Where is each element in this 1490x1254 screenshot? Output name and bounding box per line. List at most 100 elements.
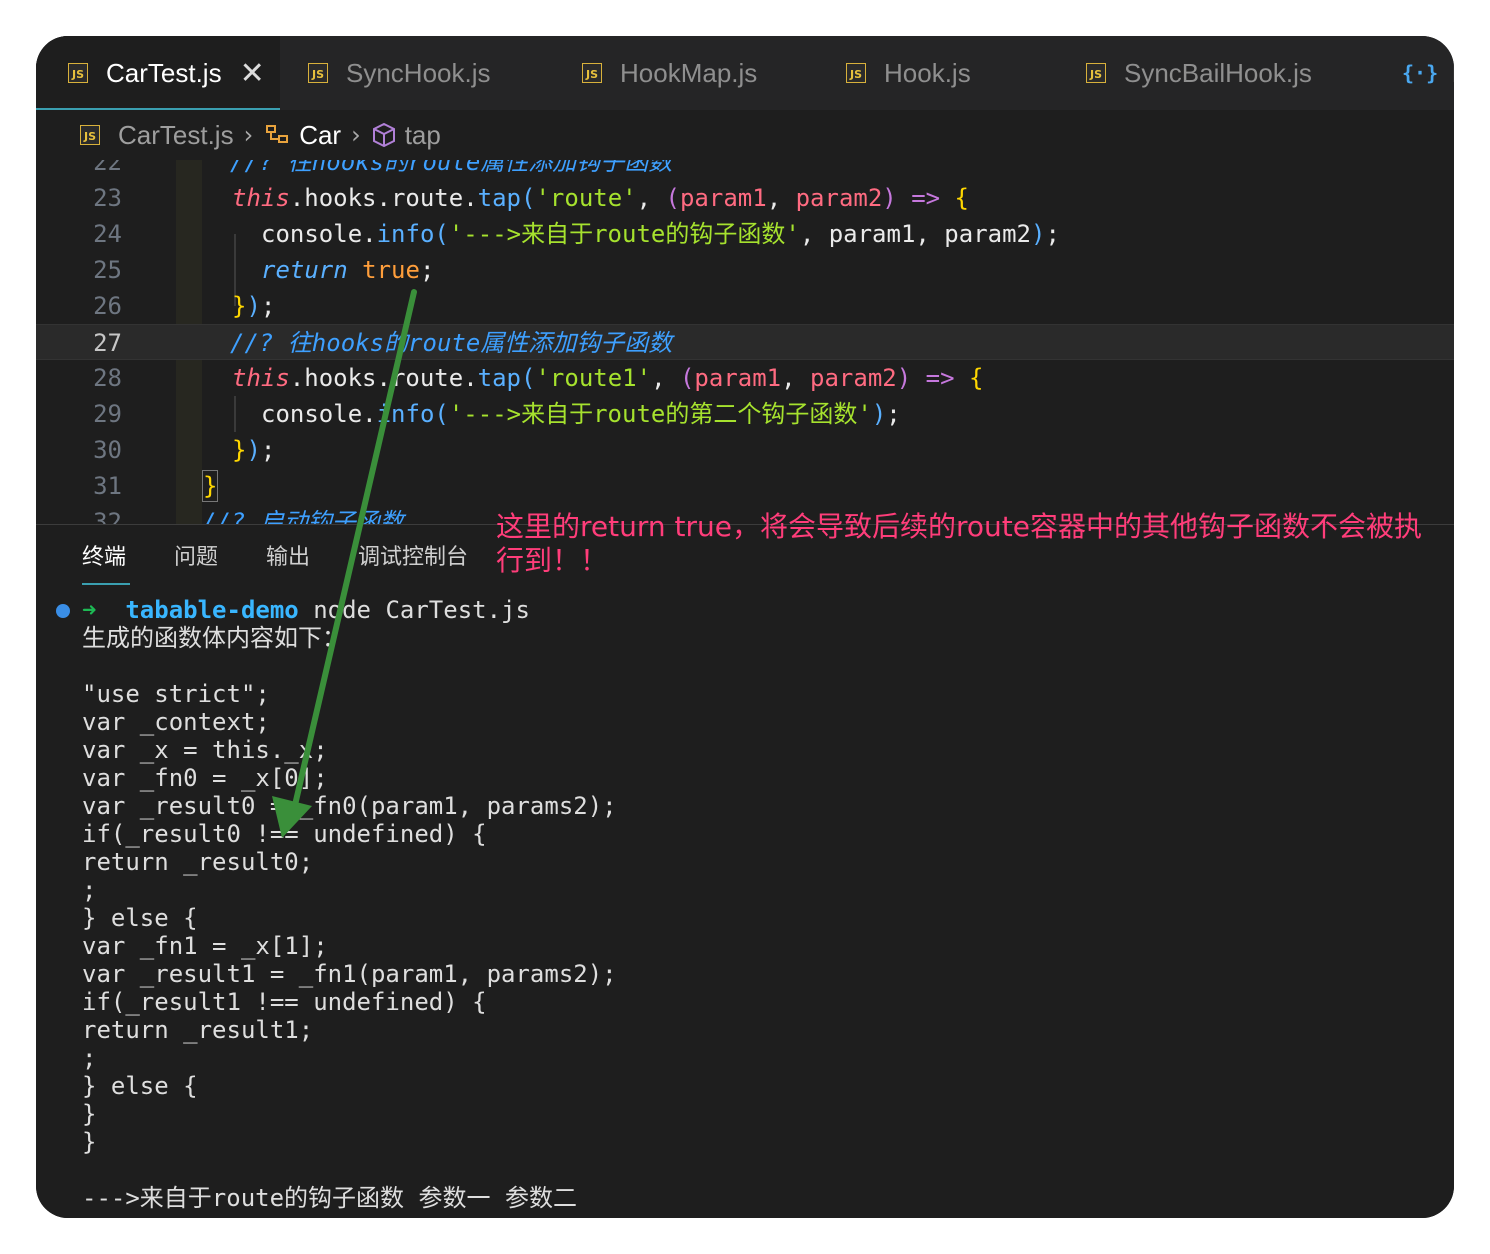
breadcrumb-method[interactable]: tap xyxy=(371,120,441,151)
token: } xyxy=(232,436,247,464)
token: => xyxy=(911,364,969,392)
token: , param1, param2 xyxy=(799,220,1031,248)
terminal-line: return _result1; xyxy=(82,1016,314,1044)
code-text: this.hooks.route.tap('route1', (param1, … xyxy=(232,360,983,396)
token: console xyxy=(261,400,363,428)
token: . xyxy=(463,184,478,212)
tab-label: HookMap.js xyxy=(620,57,758,88)
terminal-line: var _fn0 = _x[0]; xyxy=(82,764,328,792)
terminal-prompt: ➜ tabable-demo node CarTest.js xyxy=(82,596,530,624)
token: ( xyxy=(434,220,449,248)
token: ) xyxy=(246,292,261,320)
terminal-line: } else { xyxy=(82,904,198,932)
terminal-line: ; xyxy=(82,876,97,904)
token: ) xyxy=(246,436,261,464)
token: ; xyxy=(886,400,901,428)
breadcrumb-method-label: tap xyxy=(404,119,441,150)
token: tap xyxy=(477,364,522,392)
line-number: 29 xyxy=(93,400,122,428)
tab-label: Hook.js xyxy=(884,57,971,88)
editor-window: JS CarTest.js ✕ JS SyncHook.js JS HookMa… xyxy=(36,36,1454,1218)
terminal-line: var _context; xyxy=(82,708,270,736)
token: ( xyxy=(521,364,536,392)
token: tap xyxy=(477,184,522,212)
tab-output[interactable]: 输出 xyxy=(266,539,310,571)
token: param2 xyxy=(795,184,883,212)
tab-hook[interactable]: JS Hook.js xyxy=(846,36,971,110)
chevron-right-icon: › xyxy=(243,121,254,149)
breadcrumb-file-label: CarTest.js xyxy=(118,119,234,150)
code-line-26: 26 }); xyxy=(36,288,1454,324)
tab-synchook[interactable]: JS SyncHook.js xyxy=(308,36,491,110)
code-text: this.hooks.route.tap('route', (param1, p… xyxy=(232,180,969,216)
line-number: 24 xyxy=(93,220,122,248)
token: '--->来自于route的钩子函数' xyxy=(448,220,800,248)
line-number: 28 xyxy=(93,364,122,392)
js-file-icon: JS xyxy=(68,63,88,83)
terminal-output[interactable]: ➜ tabable-demo node CarTest.js 生成的函数体内容如… xyxy=(36,586,1454,1218)
terminal-line: --->来自于route的钩子函数 参数一 参数二 xyxy=(82,1184,577,1212)
tab-hookmap[interactable]: JS HookMap.js xyxy=(582,36,757,110)
token: ) xyxy=(882,184,897,212)
token: return xyxy=(261,256,348,284)
token: , xyxy=(781,364,811,392)
js-file-icon: JS xyxy=(308,63,328,83)
token: . xyxy=(362,400,377,428)
tab-problems[interactable]: 问题 xyxy=(174,539,218,571)
code-comment: //? 启动钩子函数 xyxy=(202,508,404,524)
terminal-line: return _result0; xyxy=(82,848,314,876)
token: ) xyxy=(871,400,887,428)
tab-terminal[interactable]: 终端 xyxy=(82,539,126,571)
terminal-line: 生成的函数体内容如下： xyxy=(82,624,346,652)
token: , xyxy=(636,184,666,212)
code-line-25: 25 return true; xyxy=(36,252,1454,288)
prompt-arrow-icon: ➜ xyxy=(82,596,97,624)
token: ; xyxy=(260,292,276,320)
token: . xyxy=(289,364,305,392)
token: this xyxy=(232,364,290,392)
token: console xyxy=(261,220,363,248)
tab-label: SyncHook.js xyxy=(346,57,491,88)
token: ; xyxy=(419,256,435,284)
annotation-note: 这里的return true，将会导致后续的route容器中的其他钩子函数不会被… xyxy=(496,510,1422,577)
tab-debug-console[interactable]: 调试控制台 xyxy=(358,539,468,571)
token: info xyxy=(376,400,435,428)
token: . xyxy=(362,220,377,248)
terminal-line: var _fn1 = _x[1]; xyxy=(82,932,328,960)
tab-syncbailhook[interactable]: JS SyncBailHook.js xyxy=(1086,36,1312,110)
terminal-line: var _result1 = _fn1(param1, params2); xyxy=(82,960,617,988)
token: => xyxy=(896,184,955,212)
tab-label: la xyxy=(1452,58,1454,89)
js-file-icon: JS xyxy=(80,125,100,145)
breadcrumb-class[interactable]: Car xyxy=(263,120,341,151)
token: . xyxy=(376,184,391,212)
token: ) xyxy=(1031,220,1046,248)
breadcrumb-class-label: Car xyxy=(299,119,342,150)
active-tab-indicator xyxy=(82,583,130,585)
breadcrumb-file[interactable]: JS CarTest.js xyxy=(80,120,234,151)
code-line-22: 22 //? 往hooks的route属性添加钩子函数 xyxy=(36,160,1454,180)
token: , xyxy=(766,184,796,212)
token: . xyxy=(289,184,305,212)
code-comment: //? 往hooks的route属性添加钩子函数 xyxy=(230,329,673,357)
terminal-line: if(_result0 !== undefined) { xyxy=(82,820,487,848)
token: } xyxy=(202,470,219,502)
method-cube-icon xyxy=(372,122,395,148)
json-braces-icon: {·} xyxy=(1402,61,1439,85)
token: param2 xyxy=(810,364,897,392)
terminal-line: } xyxy=(82,1128,97,1156)
tab-cartest[interactable]: JS CarTest.js ✕ xyxy=(36,36,280,110)
js-file-icon: JS xyxy=(582,63,602,83)
code-text: }); xyxy=(232,288,275,324)
line-number: 31 xyxy=(93,472,122,500)
tab-label: SyncBailHook.js xyxy=(1124,57,1312,88)
token: 'route' xyxy=(535,184,637,212)
close-icon[interactable]: ✕ xyxy=(240,56,265,91)
tab-json-file[interactable]: {·} la xyxy=(1402,36,1454,110)
token: info xyxy=(376,220,435,248)
line-number: 32 xyxy=(93,508,122,524)
tab-bar: JS CarTest.js ✕ JS SyncHook.js JS HookMa… xyxy=(36,36,1454,110)
code-editor[interactable]: 22 //? 往hooks的route属性添加钩子函数 23 this.hook… xyxy=(36,160,1454,524)
terminal-line: "use strict"; xyxy=(82,680,270,708)
line-number: 26 xyxy=(93,292,122,320)
